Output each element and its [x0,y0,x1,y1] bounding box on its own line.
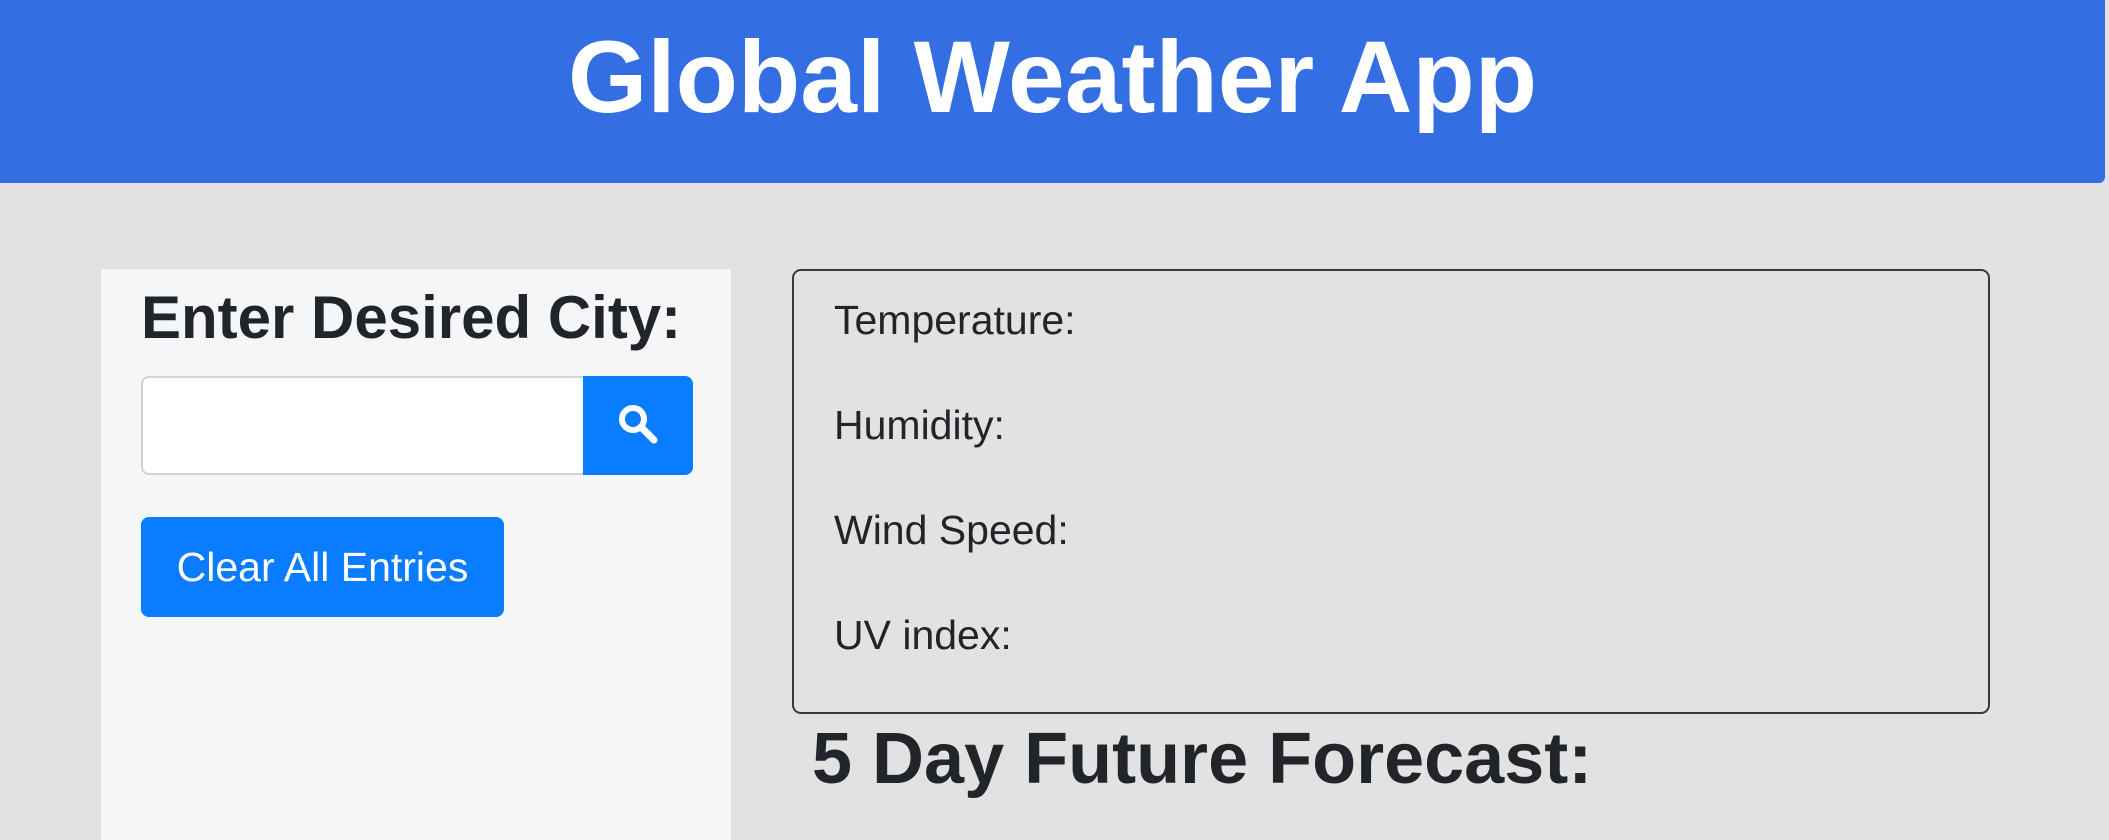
app-title: Global Weather App [567,20,1538,134]
wind-speed-label: Wind Speed: [834,507,1069,553]
temperature-label: Temperature: [834,297,1076,343]
forecast-title: 5 Day Future Forecast: [812,719,1593,799]
current-weather-panel: Temperature: Humidity: Wind Speed: UV in… [792,269,1990,714]
uv-index-label: UV index: [834,612,1012,658]
search-sidebar: Enter Desired City: Clear All Entries [101,269,731,840]
clear-all-entries-button[interactable]: Clear All Entries [141,517,504,617]
app-header: Global Weather App [0,0,2105,183]
humidity-label: Humidity: [834,402,1005,448]
city-search-input[interactable] [141,376,583,475]
city-label: Enter Desired City: [141,284,682,351]
search-icon [616,402,660,449]
search-group [141,376,693,475]
search-button[interactable] [583,376,693,475]
